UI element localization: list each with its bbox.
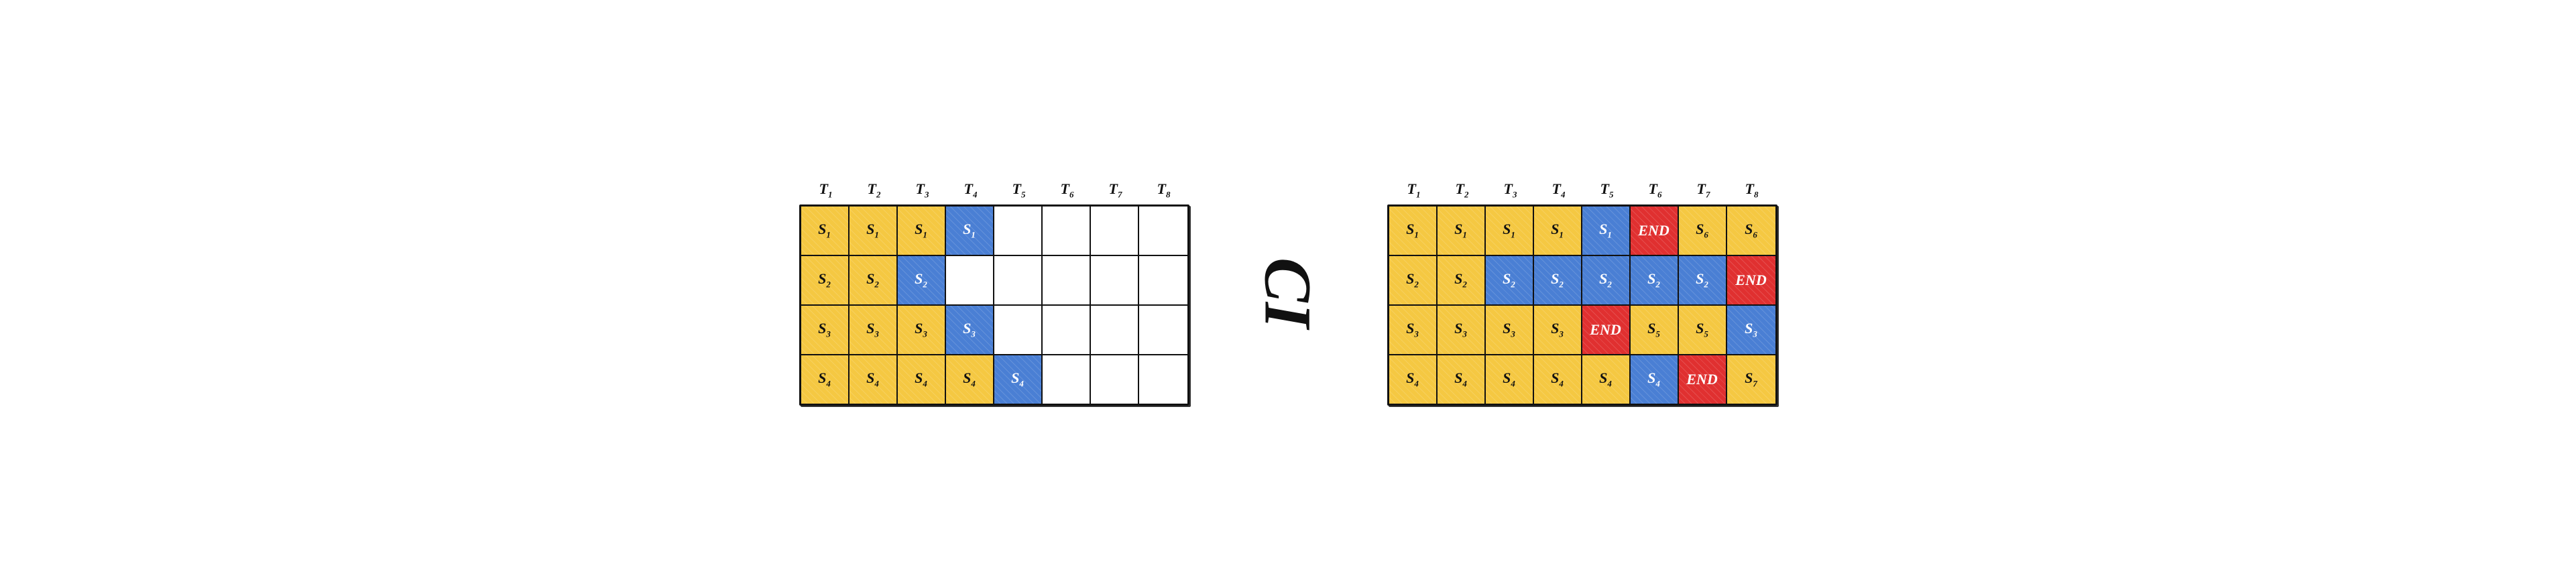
cell-r1-c8: S6 [1727, 207, 1775, 255]
cell-r3-c3: S3 [1486, 306, 1534, 354]
cell-r4-c8 [1139, 355, 1187, 404]
cell-r1-c1: S1 [1389, 207, 1438, 255]
cell-r1-c3: S1 [1486, 207, 1534, 255]
cell-r3-c7 [1091, 306, 1139, 354]
right-col-headers: T1T2T3T4T5T6T7T8 [1390, 180, 1776, 204]
cell-r4-c1: S4 [801, 355, 850, 404]
cell-r2-c3: S2 [1486, 256, 1534, 304]
col-header-4: T4 [1535, 180, 1583, 204]
cell-r4-c7: END [1679, 355, 1727, 404]
col-header-3: T3 [898, 180, 947, 204]
cell-r2-c5: S2 [1582, 256, 1631, 304]
cell-r1-c7 [1091, 207, 1139, 255]
cell-r4-c5: S4 [1582, 355, 1631, 404]
cell-r3-c4: S3 [946, 306, 994, 354]
cell-r2-c4 [946, 256, 994, 304]
cell-r2-c2: S2 [1438, 256, 1486, 304]
cell-r4-c6: S4 [1631, 355, 1679, 404]
col-header-6: T6 [1043, 180, 1092, 204]
cell-r3-c6 [1043, 306, 1091, 354]
page-container: T1T2T3T4T5T6T7T8 S1S1S1S1S2S2S2S3S3S3S3S… [759, 154, 1818, 432]
cell-r4-c4: S4 [1534, 355, 1582, 404]
left-diagram: T1T2T3T4T5T6T7T8 S1S1S1S1S2S2S2S3S3S3S3S… [799, 180, 1189, 405]
cell-r3-c7: S5 [1679, 306, 1727, 354]
cell-r4-c8: S7 [1727, 355, 1775, 404]
cell-r1-c6 [1043, 207, 1091, 255]
cell-r3-c5: END [1582, 306, 1631, 354]
col-header-3: T3 [1486, 180, 1535, 204]
col-header-5: T5 [1583, 180, 1631, 204]
cell-r3-c5 [994, 306, 1043, 354]
cell-r2-c1: S2 [1389, 256, 1438, 304]
cell-r3-c2: S3 [1438, 306, 1486, 354]
col-header-8: T8 [1140, 180, 1188, 204]
grid-row-4: S4S4S4S4S4S4ENDS7 [1389, 355, 1775, 404]
cell-r1-c2: S1 [850, 207, 898, 255]
col-header-2: T2 [1438, 180, 1486, 204]
cell-r2-c6: S2 [1631, 256, 1679, 304]
cell-r2-c6 [1043, 256, 1091, 304]
cell-r4-c3: S4 [1486, 355, 1534, 404]
cell-r4-c2: S4 [1438, 355, 1486, 404]
ci-label: CI [1243, 257, 1334, 329]
col-header-8: T8 [1728, 180, 1776, 204]
cell-r4-c5: S4 [994, 355, 1043, 404]
right-diagram: T1T2T3T4T5T6T7T8 S1S1S1S1S1ENDS6S6S2S2S2… [1387, 180, 1777, 405]
cell-r2-c7: S2 [1679, 256, 1727, 304]
cell-r2-c8: END [1727, 256, 1775, 304]
cell-r1-c4: S1 [946, 207, 994, 255]
cell-r2-c3: S2 [898, 256, 946, 304]
cell-r4-c7 [1091, 355, 1139, 404]
col-header-4: T4 [947, 180, 995, 204]
cell-r1-c1: S1 [801, 207, 850, 255]
cell-r1-c6: END [1631, 207, 1679, 255]
cell-r1-c2: S1 [1438, 207, 1486, 255]
cell-r3-c1: S3 [801, 306, 850, 354]
grid-row-4: S4S4S4S4S4 [801, 355, 1187, 404]
left-col-headers: T1T2T3T4T5T6T7T8 [802, 180, 1188, 204]
col-header-5: T5 [995, 180, 1043, 204]
col-header-7: T7 [1680, 180, 1728, 204]
cell-r3-c2: S3 [850, 306, 898, 354]
col-header-7: T7 [1092, 180, 1140, 204]
col-header-6: T6 [1631, 180, 1680, 204]
cell-r2-c5 [994, 256, 1043, 304]
cell-r3-c8 [1139, 306, 1187, 354]
cell-r4-c4: S4 [946, 355, 994, 404]
cell-r1-c3: S1 [898, 207, 946, 255]
cell-r1-c4: S1 [1534, 207, 1582, 255]
grid-row-2: S2S2S2 [801, 256, 1187, 306]
cell-r3-c3: S3 [898, 306, 946, 354]
col-header-1: T1 [802, 180, 850, 204]
grid-row-2: S2S2S2S2S2S2S2END [1389, 256, 1775, 306]
grid-row-1: S1S1S1S1 [801, 207, 1187, 256]
cell-r4-c2: S4 [850, 355, 898, 404]
cell-r2-c8 [1139, 256, 1187, 304]
cell-r2-c4: S2 [1534, 256, 1582, 304]
grid-row-3: S3S3S3S3 [801, 306, 1187, 355]
cell-r3-c1: S3 [1389, 306, 1438, 354]
cell-r3-c8: S3 [1727, 306, 1775, 354]
cell-r2-c7 [1091, 256, 1139, 304]
cell-r1-c5 [994, 207, 1043, 255]
cell-r2-c2: S2 [850, 256, 898, 304]
cell-r2-c1: S2 [801, 256, 850, 304]
grid-row-1: S1S1S1S1S1ENDS6S6 [1389, 207, 1775, 256]
col-header-1: T1 [1390, 180, 1438, 204]
cell-r4-c1: S4 [1389, 355, 1438, 404]
cell-r4-c3: S4 [898, 355, 946, 404]
cell-r1-c7: S6 [1679, 207, 1727, 255]
left-grid: S1S1S1S1S2S2S2S3S3S3S3S4S4S4S4S4 [799, 204, 1189, 406]
right-grid: S1S1S1S1S1ENDS6S6S2S2S2S2S2S2S2ENDS3S3S3… [1387, 204, 1777, 406]
cell-r3-c4: S3 [1534, 306, 1582, 354]
cell-r1-c5: S1 [1582, 207, 1631, 255]
cell-r4-c6 [1043, 355, 1091, 404]
cell-r1-c8 [1139, 207, 1187, 255]
col-header-2: T2 [850, 180, 898, 204]
cell-r3-c6: S5 [1631, 306, 1679, 354]
grid-row-3: S3S3S3S3ENDS5S5S3 [1389, 306, 1775, 355]
